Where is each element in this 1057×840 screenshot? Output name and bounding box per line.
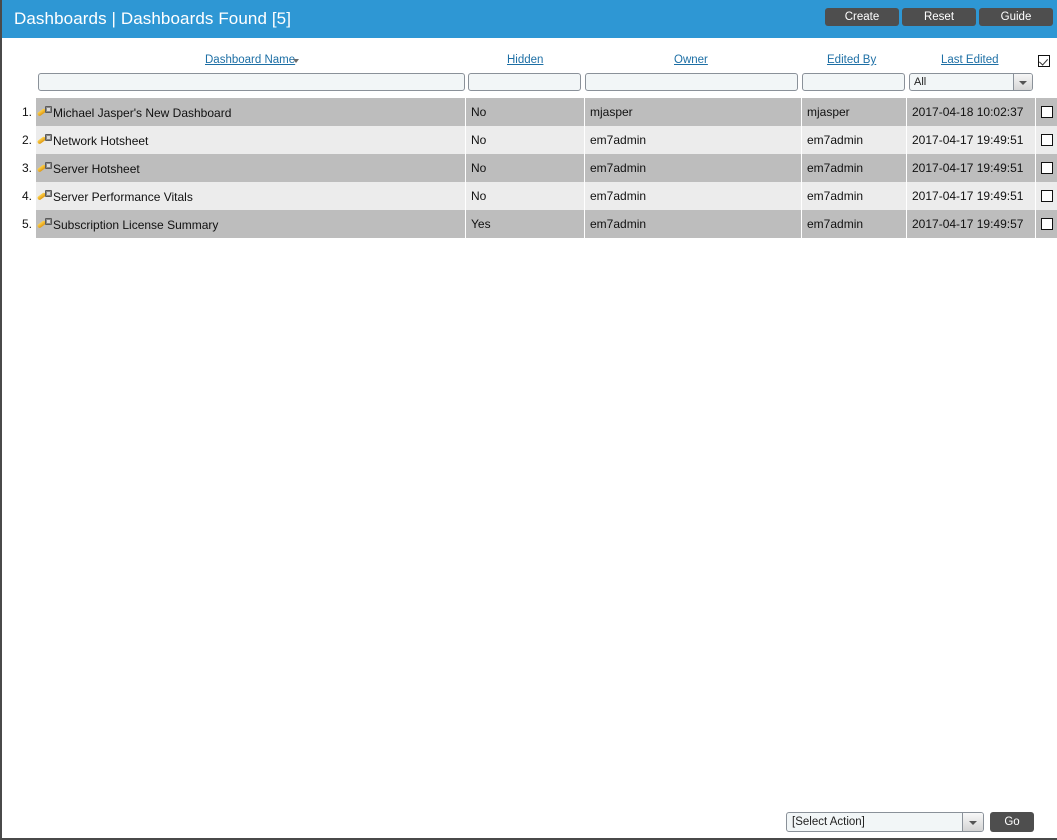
select-all-checkbox[interactable] — [1038, 55, 1050, 67]
row-number: 4. — [2, 182, 32, 210]
dashboard-name-label: Server Hotsheet — [53, 161, 140, 176]
cell-owner: em7admin — [585, 126, 802, 154]
filter-last-edited-value: All — [914, 76, 927, 88]
row-checkbox[interactable] — [1041, 134, 1053, 146]
wrench-icon[interactable] — [36, 106, 52, 118]
table-row[interactable]: 5. Subscription License Summary Yes em7admi… — [2, 210, 1057, 238]
action-bar: [Select Action] Go — [2, 812, 1057, 838]
cell-owner: mjasper — [585, 98, 802, 126]
column-header-last-edited[interactable]: Last Edited — [941, 54, 999, 66]
create-button[interactable]: Create — [825, 8, 899, 26]
cell-owner: em7admin — [585, 210, 802, 238]
cell-last-edited: 2017-04-17 19:49:57 — [907, 210, 1036, 238]
row-cells: Server Performance Vitals No em7admin em7ad… — [36, 182, 1057, 210]
cell-hidden: No — [466, 154, 585, 182]
row-cells: Subscription License Summary Yes em7admin e… — [36, 210, 1057, 238]
cell-edited-by: mjasper — [802, 98, 907, 126]
cell-last-edited: 2017-04-17 19:49:51 — [907, 154, 1036, 182]
page-title: Dashboards | Dashboards Found [5] — [14, 9, 292, 28]
cell-hidden: Yes — [466, 210, 585, 238]
row-cells: Server Hotsheet No em7admin em7admin 2017-04… — [36, 154, 1057, 182]
table-filter-row: All — [2, 73, 1057, 93]
row-number: 1. — [2, 98, 32, 126]
wrench-icon[interactable] — [36, 134, 52, 146]
cell-owner: em7admin — [585, 154, 802, 182]
row-checkbox[interactable] — [1041, 106, 1053, 118]
sort-descending-icon[interactable] — [293, 59, 299, 63]
filter-dashboard-name-input[interactable] — [38, 73, 465, 91]
cell-edited-by: em7admin — [802, 154, 907, 182]
wrench-icon[interactable] — [36, 190, 52, 202]
row-checkbox[interactable] — [1041, 218, 1053, 230]
page-header: Dashboards | Dashboards Found [5] Create… — [2, 0, 1057, 38]
row-number: 2. — [2, 126, 32, 154]
table-row[interactable]: 3. Server Hotsheet No em7admin em7admin 2017-… — [2, 154, 1057, 182]
row-checkbox[interactable] — [1041, 162, 1053, 174]
cell-select — [1036, 98, 1057, 126]
dashboard-name-label: Subscription License Summary — [53, 217, 219, 232]
column-header-owner[interactable]: Owner — [674, 54, 708, 66]
column-header-hidden[interactable]: Hidden — [507, 54, 543, 66]
select-action-value: [Select Action] — [792, 816, 865, 828]
column-header-edited-by[interactable]: Edited By — [827, 54, 876, 66]
chevron-down-icon[interactable] — [1013, 74, 1032, 90]
table-row[interactable]: 1. Michael Jasper's New Dashboard No mjaspe… — [2, 98, 1057, 126]
filter-edited-by-input[interactable] — [802, 73, 905, 91]
column-header-dashboard-name[interactable]: Dashboard Name — [205, 54, 295, 66]
cell-select — [1036, 210, 1057, 238]
filter-last-edited-select[interactable]: All — [909, 73, 1033, 91]
go-button[interactable]: Go — [990, 812, 1034, 832]
cell-dashboard-name[interactable]: Network Hotsheet — [36, 126, 466, 154]
cell-edited-by: em7admin — [802, 210, 907, 238]
cell-dashboard-name[interactable]: Michael Jasper's New Dashboard — [36, 98, 466, 126]
cell-last-edited: 2017-04-18 10:02:37 — [907, 98, 1036, 126]
wrench-icon[interactable] — [36, 218, 52, 230]
row-number: 3. — [2, 154, 32, 182]
table-row[interactable]: 2. Network Hotsheet No em7admin em7admin 2017… — [2, 126, 1057, 154]
dashboard-name-label: Network Hotsheet — [53, 133, 149, 148]
table-column-headers: Dashboard Name Hidden Owner Edited By La… — [2, 54, 1057, 72]
dashboard-name-label: Server Performance Vitals — [53, 189, 193, 204]
cell-edited-by: em7admin — [802, 126, 907, 154]
filter-hidden-input[interactable] — [468, 73, 581, 91]
row-cells: Michael Jasper's New Dashboard No mjasper m… — [36, 98, 1057, 126]
cell-dashboard-name[interactable]: Subscription License Summary — [36, 210, 466, 238]
cell-owner: em7admin — [585, 182, 802, 210]
cell-select — [1036, 154, 1057, 182]
dashboard-name-label: Michael Jasper's New Dashboard — [53, 105, 232, 120]
cell-hidden: No — [466, 98, 585, 126]
filter-owner-input[interactable] — [585, 73, 798, 91]
reset-button[interactable]: Reset — [902, 8, 976, 26]
page-container: Dashboards | Dashboards Found [5] Create… — [0, 0, 1057, 840]
cell-dashboard-name[interactable]: Server Hotsheet — [36, 154, 466, 182]
cell-select — [1036, 182, 1057, 210]
cell-dashboard-name[interactable]: Server Performance Vitals — [36, 182, 466, 210]
cell-select — [1036, 126, 1057, 154]
row-checkbox[interactable] — [1041, 190, 1053, 202]
cell-hidden: No — [466, 126, 585, 154]
table-row[interactable]: 4. Server Performance Vitals No em7admin em7… — [2, 182, 1057, 210]
guide-button[interactable]: Guide — [979, 8, 1053, 26]
cell-last-edited: 2017-04-17 19:49:51 — [907, 126, 1036, 154]
row-number: 5. — [2, 210, 32, 238]
cell-edited-by: em7admin — [802, 182, 907, 210]
cell-hidden: No — [466, 182, 585, 210]
wrench-icon[interactable] — [36, 162, 52, 174]
dashboards-table: 1. Michael Jasper's New Dashboard No mjaspe… — [2, 98, 1057, 238]
row-cells: Network Hotsheet No em7admin em7admin 2017-0… — [36, 126, 1057, 154]
chevron-down-icon[interactable] — [962, 813, 983, 831]
select-action-dropdown[interactable]: [Select Action] — [786, 812, 984, 832]
cell-last-edited: 2017-04-17 19:49:51 — [907, 182, 1036, 210]
